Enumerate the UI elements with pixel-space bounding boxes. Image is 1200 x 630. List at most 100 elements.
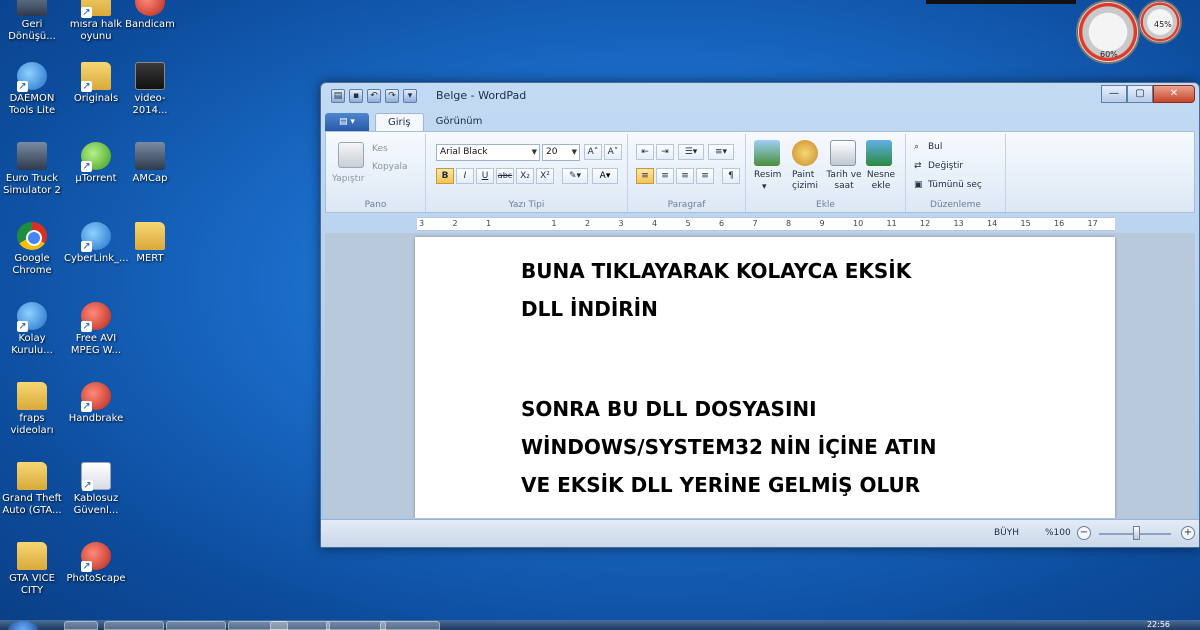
maximize-button[interactable]: ▢ — [1127, 85, 1153, 103]
desktop-icon[interactable]: Google Chrome — [0, 222, 64, 277]
insert-object-button[interactable]: Nesne ekle — [864, 170, 898, 192]
document-page[interactable]: BUNA TIKLAYARAK KOLAYCA EKSİK DLL İNDİRİ… — [415, 237, 1115, 518]
picture-icon[interactable] — [754, 140, 780, 166]
font-family-select[interactable]: Arial Black ▼ — [436, 144, 540, 161]
decrease-indent-button[interactable]: ⇤ — [636, 144, 654, 160]
window-title: Belge - WordPad — [436, 89, 527, 102]
close-button[interactable]: ✕ — [1153, 85, 1195, 103]
desktop-icon[interactable]: GTA VICE CITY — [0, 542, 64, 597]
minimize-button[interactable]: — — [1101, 85, 1127, 103]
ruler-number: 7 — [752, 219, 758, 228]
desktop-icon-label: Handbrake — [68, 413, 124, 424]
paste-label[interactable]: Yapıştır — [332, 174, 364, 184]
desktop-icon[interactable]: Grand Theft Auto (GTA... — [0, 462, 64, 517]
select-all-button[interactable]: Tümünü seç — [928, 180, 982, 190]
find-button[interactable]: Bul — [928, 142, 942, 152]
desktop-icon[interactable]: Euro Truck Simulator 2 — [0, 142, 64, 197]
document-line: BUNA TIKLAYARAK KOLAYCA EKSİK — [521, 259, 912, 283]
justify-button[interactable]: ≡ — [696, 168, 714, 184]
paint-drawing-button[interactable]: Paint çizimi — [792, 170, 822, 192]
desktop-icon[interactable]: fraps videoları — [0, 382, 64, 437]
taskbar-item[interactable] — [166, 621, 226, 630]
bold-button[interactable]: B — [436, 168, 454, 184]
font-color-button[interactable]: A▾ — [592, 168, 618, 184]
desktop-icon[interactable]: Kablosuz Güvenl... — [64, 462, 128, 517]
folder-app-icon — [135, 222, 165, 250]
paragraph-dialog-button[interactable]: ¶ — [722, 168, 740, 184]
ruler-number: 14 — [987, 219, 998, 228]
ruler-number: 5 — [685, 219, 691, 228]
desktop-icon[interactable]: MERT — [118, 222, 182, 265]
folder-app-icon — [17, 382, 47, 410]
taskbar-clock[interactable]: 22:56 — [1147, 620, 1170, 629]
align-right-button[interactable]: ≡ — [676, 168, 694, 184]
taskbar-item[interactable] — [104, 621, 164, 630]
align-left-button[interactable]: ≡ — [636, 168, 654, 184]
taskbar-item[interactable] — [380, 621, 440, 630]
italic-button[interactable]: I — [456, 168, 474, 184]
calendar-clock-icon[interactable] — [830, 140, 856, 166]
blue-app-icon — [17, 302, 47, 332]
taskbar-item[interactable] — [64, 621, 98, 630]
list-button[interactable]: ☰▾ — [678, 144, 704, 160]
zoom-in-button[interactable]: + — [1181, 526, 1195, 540]
desktop-icon[interactable]: Handbrake — [64, 382, 128, 425]
strikethrough-button[interactable]: abc — [496, 168, 514, 184]
undo-icon[interactable]: ↶ — [367, 89, 381, 103]
align-center-button[interactable]: ≡ — [656, 168, 674, 184]
grow-font-button[interactable]: A˄ — [584, 144, 602, 160]
select-all-icon: ▣ — [914, 180, 923, 190]
taskbar-item[interactable] — [270, 621, 330, 630]
start-button-icon[interactable] — [8, 621, 38, 630]
title-bar[interactable]: ▤ ▪ ↶ ↷ ▾ Belge - WordPad — ▢ ✕ — [321, 83, 1199, 109]
zoom-out-button[interactable]: − — [1077, 526, 1091, 540]
desktop-icon[interactable]: Free AVI MPEG W... — [64, 302, 128, 357]
superscript-button[interactable]: X² — [536, 168, 554, 184]
copy-button[interactable]: Kopyala — [372, 162, 408, 172]
taskbar-item[interactable] — [326, 621, 386, 630]
desktop-icon[interactable]: Bandicam — [118, 0, 182, 31]
cut-button[interactable]: Kes — [372, 144, 388, 154]
font-group: Arial Black ▼ 20 ▼ A˄ A˅ B I U abc X₂ X² ✎… — [426, 134, 628, 212]
highlight-color-button[interactable]: ✎▾ — [562, 168, 588, 184]
blue-app-icon — [17, 62, 47, 92]
top-strip — [926, 0, 1076, 4]
tab-gorunum[interactable]: Görünüm — [424, 113, 495, 131]
desktop-icon[interactable]: AMCap — [118, 142, 182, 185]
insert-object-icon[interactable] — [866, 140, 892, 166]
qat-dropdown-icon[interactable]: ▾ — [403, 89, 417, 103]
cpu-value: 60% — [1100, 50, 1118, 59]
desktop-icon-label: Bandicam — [125, 19, 175, 30]
font-size-select[interactable]: 20 ▼ — [542, 144, 580, 161]
desktop-icon[interactable]: Kolay Kurulu... — [0, 302, 64, 357]
date-time-button[interactable]: Tarih ve saat — [826, 170, 862, 192]
ruler[interactable]: 3 2 1 1 2 3 4 5 6 7 8 9 10 11 12 13 14 15 16 17 — [417, 217, 1115, 231]
status-bar: BÜYH %100 − + — [321, 519, 1199, 547]
desktop-icon-label: GTA VICE CITY — [9, 573, 55, 596]
desktop-icon[interactable]: Geri Dönüşü... — [0, 0, 64, 43]
desktop-icon[interactable]: video-2014... — [118, 62, 182, 117]
shrink-font-button[interactable]: A˅ — [604, 144, 622, 160]
paint-palette-icon[interactable] — [792, 140, 818, 166]
paste-icon[interactable] — [338, 142, 364, 168]
picture-button[interactable]: Resim — [754, 170, 781, 180]
desktop-icon[interactable]: DAEMON Tools Lite — [0, 62, 64, 117]
redo-icon[interactable]: ↷ — [385, 89, 399, 103]
picture-dropdown-icon[interactable]: ▾ — [762, 182, 767, 192]
red-app-icon — [135, 0, 165, 16]
subscript-button[interactable]: X₂ — [516, 168, 534, 184]
line-spacing-button[interactable]: ≡▾ — [708, 144, 734, 160]
save-icon[interactable]: ▪ — [349, 89, 363, 103]
memory-value: 45% — [1154, 20, 1172, 29]
desktop-icon-label: Free AVI MPEG W... — [70, 333, 122, 356]
quick-access-toolbar: ▤ ▪ ↶ ↷ ▾ — [331, 89, 417, 103]
app-menu-button[interactable]: ▤ ▾ — [325, 113, 369, 131]
zoom-slider-thumb[interactable] — [1133, 526, 1140, 540]
increase-indent-button[interactable]: ⇥ — [656, 144, 674, 160]
underline-button[interactable]: U — [476, 168, 494, 184]
editing-group-label: Düzenleme — [930, 200, 981, 210]
tab-giris[interactable]: Giriş — [375, 113, 424, 131]
desktop-icon[interactable]: PhotoScape — [64, 542, 128, 585]
replace-button[interactable]: Değiştir — [928, 161, 963, 171]
cpu-meter-gadget[interactable]: 60% 45% — [1072, 0, 1200, 68]
